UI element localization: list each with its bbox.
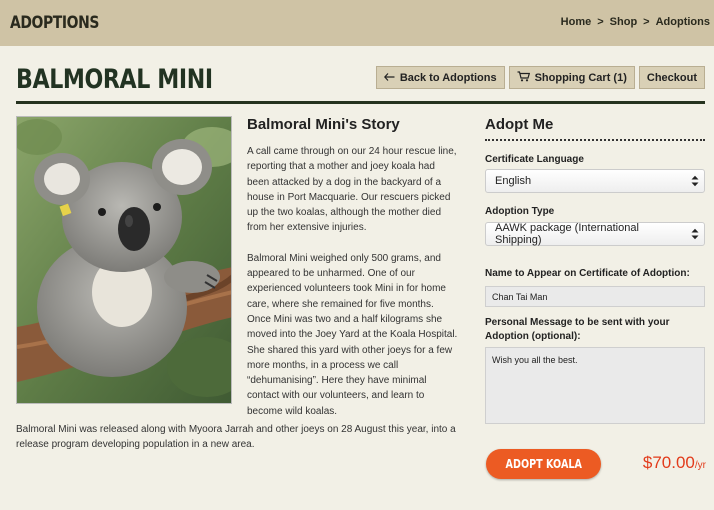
back-to-adoptions-button[interactable]: Back to Adoptions [375,66,505,89]
back-to-adoptions-label: Back to Adoptions [399,71,497,84]
certificate-name-input[interactable]: Chan Tai Man [485,286,705,307]
story-text: A call came through on our 24 hour rescu… [247,144,459,434]
breadcrumb-home-link[interactable]: Home [561,16,592,28]
story-title: Balmoral Mini's Story [247,116,400,133]
breadcrumb-separator: > [643,16,650,28]
certificate-language-value: English [495,175,532,187]
title-divider [16,101,705,104]
checkout-button[interactable]: Checkout [638,66,705,89]
adopt-title: Adopt Me [485,116,554,133]
personal-message-label-line: Adoption (optional): [485,331,581,342]
breadcrumb-shop-link[interactable]: Shop [610,16,638,28]
adopt-koala-button[interactable]: ADOPT KOALA [486,449,601,479]
shopping-cart-label: Shopping Cart (1) [534,71,627,84]
certificate-language-select[interactable]: English [485,169,705,193]
certificate-name-label: Name to Appear on Certificate of Adoptio… [485,268,690,279]
adoption-type-value: AAWK package (International Shipping) [495,222,639,246]
breadcrumb-separator: > [597,16,604,28]
select-arrows-icon [686,170,704,192]
dotted-divider [485,139,705,141]
price: $70.00/yr [643,453,706,473]
breadcrumb: Home > Shop > Adoptions [561,16,710,28]
page-actions: Back to Adoptions Shopping Cart (1) Chec… [375,66,705,89]
page-title: BALMORAL MINI [16,64,213,95]
adoption-type-select[interactable]: AAWK package (International Shipping) [485,222,705,246]
price-amount: $70.00 [642,453,695,472]
shopping-cart-button[interactable]: Shopping Cart (1) [508,66,635,89]
adopt-koala-label: ADOPT KOALA [505,457,582,471]
koala-photo [16,116,232,404]
certificate-language-label: Certificate Language [485,154,584,165]
section-title: ADOPTIONS [10,13,99,33]
story-paragraph: Balmoral Mini weighed only 500 grams, an… [247,252,458,417]
personal-message-label-line: Personal Message to be sent with your [485,317,670,328]
adoption-type-label: Adoption Type [485,206,555,217]
left-arrow-icon [383,72,395,84]
top-header-bar: ADOPTIONS Home > Shop > Adoptions [0,0,714,46]
personal-message-label: Personal Message to be sent with your Ad… [485,316,670,344]
price-unit: /yr [694,460,706,471]
release-paragraph: Balmoral Mini was released along with My… [16,424,456,451]
select-arrows-icon [686,223,704,245]
breadcrumb-adoptions-link[interactable]: Adoptions [656,16,710,28]
story-paragraph: A call came through on our 24 hour rescu… [247,146,457,234]
personal-message-textarea[interactable]: Wish you all the best. [485,347,705,424]
shopping-cart-icon [517,70,530,85]
